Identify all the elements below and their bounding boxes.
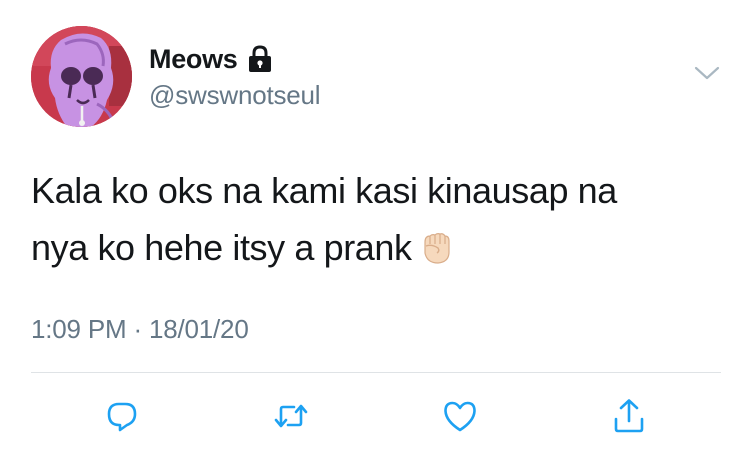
reply-icon (107, 402, 137, 432)
like-button[interactable] (441, 397, 479, 435)
user-handle[interactable]: @swswnotseul (149, 80, 321, 111)
tweet-text: Kala ko oks na kami kasi kinausap na nya… (31, 162, 721, 276)
display-name[interactable]: Meows (149, 44, 238, 75)
tweet-text-fragment: nya ko hehe itsy a prank (31, 227, 412, 268)
user-name-row[interactable]: Meows (149, 42, 273, 76)
divider (31, 372, 721, 373)
lock-icon (247, 45, 273, 73)
chevron-down-icon[interactable] (694, 64, 720, 82)
tweet-date: 18/01/20 (148, 314, 249, 344)
avatar[interactable] (31, 26, 132, 127)
meta-separator: · (133, 314, 142, 344)
share-button[interactable] (610, 397, 648, 435)
tweet-time: 1:09 PM (31, 314, 127, 344)
retweet-button[interactable] (272, 397, 310, 435)
retweet-icon (274, 404, 308, 428)
reply-button[interactable] (103, 397, 141, 435)
raised-fist-emoji (418, 225, 456, 264)
avatar-image (31, 26, 132, 127)
tweet-timestamp[interactable]: 1:09 PM · 18/01/20 (31, 314, 249, 345)
tweet-text-line: Kala ko oks na kami kasi kinausap na (31, 170, 617, 211)
like-icon (444, 401, 476, 432)
share-icon (614, 399, 644, 433)
tweet-text-line: nya ko hehe itsy a prank (31, 219, 721, 276)
